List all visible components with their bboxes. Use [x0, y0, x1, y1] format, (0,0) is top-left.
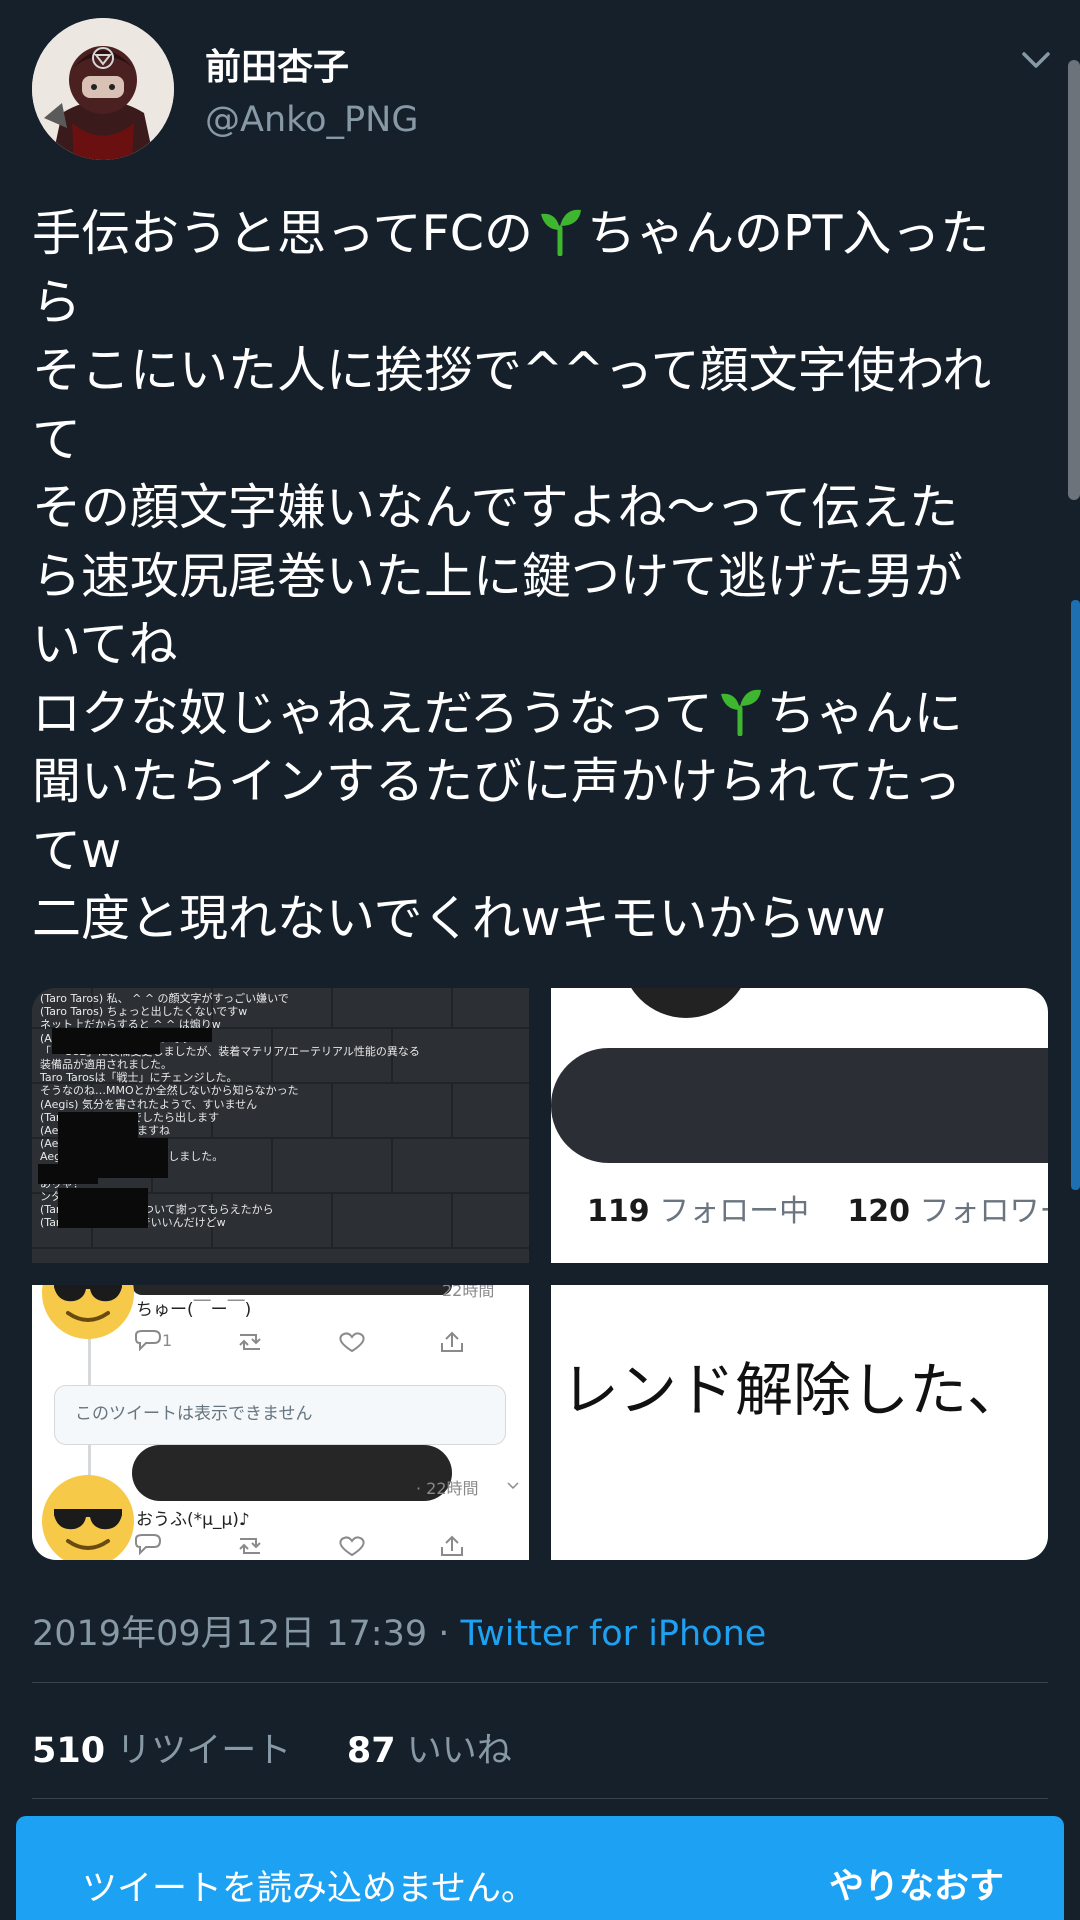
tweet-detail-page: 前田杏子 @Anko_PNG 手伝おうと思ってFCの ちゃんのPT入ったらそこにい…: [0, 0, 1080, 1920]
chat-line: [40, 1163, 529, 1176]
tweet-text: 手伝おうと思ってFCの ちゃんのPT入ったらそこにいた人に挨拶で^^って顔文字使わ…: [32, 200, 1042, 954]
tweet-text-line: その顔文字嫌いなんですよね〜って伝えた: [32, 474, 1042, 543]
chat-line: (Taro Taros) ちょっと出したくないですw: [40, 1005, 248, 1019]
tweet-text-segment: 聞いたらインするたびに声かけられてたっ: [32, 753, 962, 810]
game-chat-log: (Taro Taros) 私、 ^ ^ の顔文字がすっごい嫌いで (Taro Ta…: [40, 992, 529, 1229]
chat-line: (Taro Taros) 私、 ^ ^ の顔文字がすっごい嫌いで: [40, 992, 289, 1005]
followers-count: 120: [847, 1194, 910, 1229]
media-image-2[interactable]: 119 フォロー中 120 フォロワー: [551, 988, 1048, 1263]
tweet-text-segment: その顔文字嫌いなんですよね〜って伝えた: [32, 479, 959, 536]
tweet-text-segment: いてね: [32, 616, 178, 673]
chat-line: (Aegis) 気分を害されたようで、すいません: [40, 1097, 258, 1111]
reply-actions-icons: [135, 1330, 463, 1353]
scrollbar[interactable]: [1068, 60, 1080, 500]
tweet-text-segment: てw: [32, 821, 122, 879]
tweet-text-line: ら速攻尻尾巻いた上に鍵つけて逃げた男が: [32, 543, 1042, 612]
chat-line: 装備品が適用されました。: [40, 1057, 172, 1071]
tweet-text-line: 聞いたらインするたびに声かけられてたっ: [32, 748, 1042, 817]
image-text: レンド解除した、: [561, 1356, 1026, 1424]
tweet-timestamp: 2019年09月12日 17:39 · Twitter for iPhone: [32, 1605, 766, 1656]
media-image-3[interactable]: 22時間 ちゅー(￣ー￣) 1 このツイートは表示できません · 22時間 おう…: [32, 1285, 529, 1560]
chevron-down-icon: [507, 1482, 519, 1490]
tweet-text-segment: ら速攻尻尾巻いた上に鍵つけて逃げた男が: [32, 547, 964, 605]
chat-line: (Aegis) 私抜けときますね: [40, 1123, 170, 1137]
seedling-icon: [720, 689, 761, 736]
reply-actions-icons: [135, 1534, 463, 1557]
reply2-text: おうふ(*µ_µ)♪: [136, 1510, 250, 1530]
tweet-text-line: そこにいた人に挨拶で^^って顔文字使われ: [32, 337, 1042, 406]
retry-button[interactable]: やりなおす: [829, 1858, 1004, 1909]
chat-line: (Taro Taros) 別に庇でいいんだけどw: [40, 1216, 226, 1230]
scroll-indicator: [1071, 600, 1080, 1190]
retweet-label: リツイート: [116, 1731, 292, 1771]
chat-line: ンタル豆腐かよ: [40, 1189, 117, 1203]
tweet-text-line: てw: [32, 817, 1042, 886]
tweet-text-line: 手伝おうと思ってFCの ちゃんのPT入った: [32, 200, 1042, 269]
reply1-text: ちゅー(￣ー￣): [136, 1300, 252, 1320]
tweet-text-line: いてね: [32, 611, 1042, 680]
like-stat[interactable]: 87 いいね: [347, 1731, 512, 1771]
tweet-text-segment: ロクな奴じゃねえだろうなって: [32, 684, 713, 742]
like-count: 87: [346, 1731, 396, 1771]
reply1-time: 22時間: [442, 1285, 495, 1300]
divider: [32, 1798, 1048, 1799]
load-error-banner: ツイートを読み込めません。 やりなおす: [16, 1816, 1064, 1920]
reply2-actions: [132, 1533, 472, 1559]
sunglasses-emoji-avatar: [42, 1285, 134, 1339]
tweet-text-segment: ちゃんに: [766, 684, 963, 742]
chat-line: 「 ～382」に装備変更しましたが、装着マテリア/エーテリアル性能の異なる: [40, 1044, 420, 1058]
source-link[interactable]: Twitter for iPhone: [461, 1614, 767, 1654]
media-image-4[interactable]: レンド解除した、: [551, 1285, 1048, 1560]
tweet-text-segment: 手伝おうと思ってFCの: [32, 205, 533, 262]
timestamp-text: 2019年09月12日 17:39 ·: [32, 1614, 461, 1654]
retweet-stat[interactable]: 510 リツイート: [32, 1731, 291, 1771]
reply1-reply-count: 1: [162, 1331, 173, 1350]
media-image-1[interactable]: (Taro Taros) 私、 ^ ^ の顔文字がすっごい嫌いで (Taro Ta…: [32, 988, 529, 1263]
chat-line: (Taro Taros) お k でしたら出します: [40, 1110, 219, 1124]
redaction-bar: [551, 1048, 1048, 1163]
divider: [32, 1682, 1048, 1683]
avatar-illustration: [32, 18, 174, 160]
unavailable-tweet-notice: このツイートは表示できません: [54, 1385, 506, 1445]
redaction-bar: [132, 1285, 452, 1295]
chat-line: そうなのね…MMOとか全然しないから知らなかった: [40, 1084, 299, 1098]
chat-line: (Aegis) それは申し訳ないです: [40, 1031, 192, 1045]
chat-line: Aegisがパーティから離脱しました。: [40, 1150, 224, 1164]
user-handle[interactable]: @Anko_PNG: [205, 100, 418, 140]
tweet-text-line: て: [32, 406, 1042, 475]
retweet-count: 510: [32, 1731, 106, 1771]
follow-counts: 119 フォロー中 120 フォロワー: [587, 1186, 1048, 1230]
chat-line: Taro Tarosは「戦士」にチェンジした。: [40, 1071, 238, 1085]
following-label: フォロー中: [659, 1194, 810, 1229]
seedling-icon: [540, 209, 581, 256]
tweet-text-line: 二度と現れないでくれwキモいからww: [32, 885, 1042, 954]
tweet-text-segment: そこにいた人に挨拶で^^って顔文字使われ: [32, 342, 992, 399]
tweet-text-segment: ちゃんのPT入った: [586, 205, 990, 262]
tweet-text-segment: て: [32, 410, 82, 468]
chevron-down-icon[interactable]: [1018, 42, 1054, 78]
header-shape: [621, 988, 751, 1018]
display-name[interactable]: 前田杏子: [205, 38, 349, 90]
followers-label: フォロワー: [919, 1194, 1049, 1229]
following-count: 119: [587, 1194, 650, 1229]
avatar[interactable]: [32, 18, 174, 160]
like-label: いいね: [406, 1731, 512, 1771]
reply2-time: · 22時間: [416, 1479, 479, 1498]
tweet-stats: 510 リツイート 87 いいね: [32, 1722, 512, 1773]
sunglasses-emoji-avatar: [42, 1475, 134, 1560]
redaction-bar: [132, 1445, 452, 1501]
reply1-actions: 1: [132, 1329, 472, 1355]
error-message: ツイートを読み込めません。: [82, 1869, 536, 1909]
chat-line: ネット上だからすると ^ ^ は煽りw: [40, 1018, 221, 1032]
chat-line: (Taro Taros) ^ ^ について謝ってもらえたから: [40, 1203, 274, 1216]
chat-line: ありゃ？: [40, 1176, 84, 1190]
tweet-text-line: ら: [32, 269, 1042, 338]
tweet-text-segment: ら: [32, 273, 82, 331]
chat-line: (Aegis) すいませんでした: [40, 1137, 170, 1151]
tweet-text-segment: 二度と現れないでくれwキモいからww: [32, 890, 886, 947]
tweet-text-line: ロクな奴じゃねえだろうなって ちゃんに: [32, 680, 1042, 749]
